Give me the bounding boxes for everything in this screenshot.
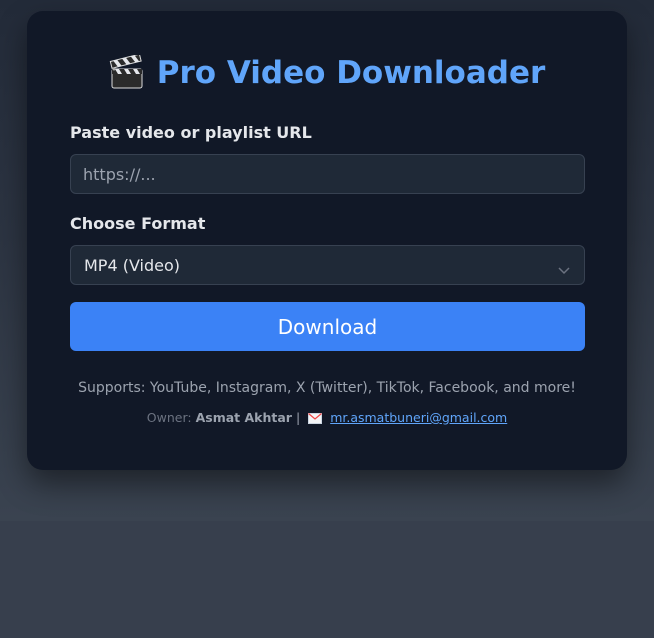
title-row: Pro Video Downloader bbox=[27, 53, 627, 91]
owner-separator: | bbox=[295, 410, 301, 425]
format-select[interactable]: MP4 (Video) bbox=[70, 245, 585, 285]
owner-email-link[interactable]: mr.asmatbuneri@gmail.com bbox=[330, 410, 507, 425]
url-label: Paste video or playlist URL bbox=[70, 123, 312, 142]
app-title: Pro Video Downloader bbox=[156, 54, 546, 91]
format-selected-value: MP4 (Video) bbox=[84, 255, 181, 275]
downloader-card: Pro Video Downloader Paste video or play… bbox=[27, 11, 627, 470]
page-background-lower bbox=[0, 521, 654, 638]
envelope-icon bbox=[308, 412, 323, 424]
supported-platforms-text: Supports: YouTube, Instagram, X (Twitter… bbox=[78, 380, 576, 396]
url-input[interactable] bbox=[70, 154, 585, 194]
owner-line: Owner: Asmat Akhtar | mr.asmatbuneri@gma… bbox=[27, 410, 627, 425]
owner-name: Asmat Akhtar bbox=[195, 410, 292, 425]
format-label: Choose Format bbox=[70, 214, 206, 233]
owner-prefix: Owner: bbox=[146, 410, 192, 425]
download-button[interactable]: Download bbox=[70, 302, 585, 351]
clapper-board-icon bbox=[109, 53, 145, 91]
chevron-down-icon bbox=[558, 260, 570, 275]
